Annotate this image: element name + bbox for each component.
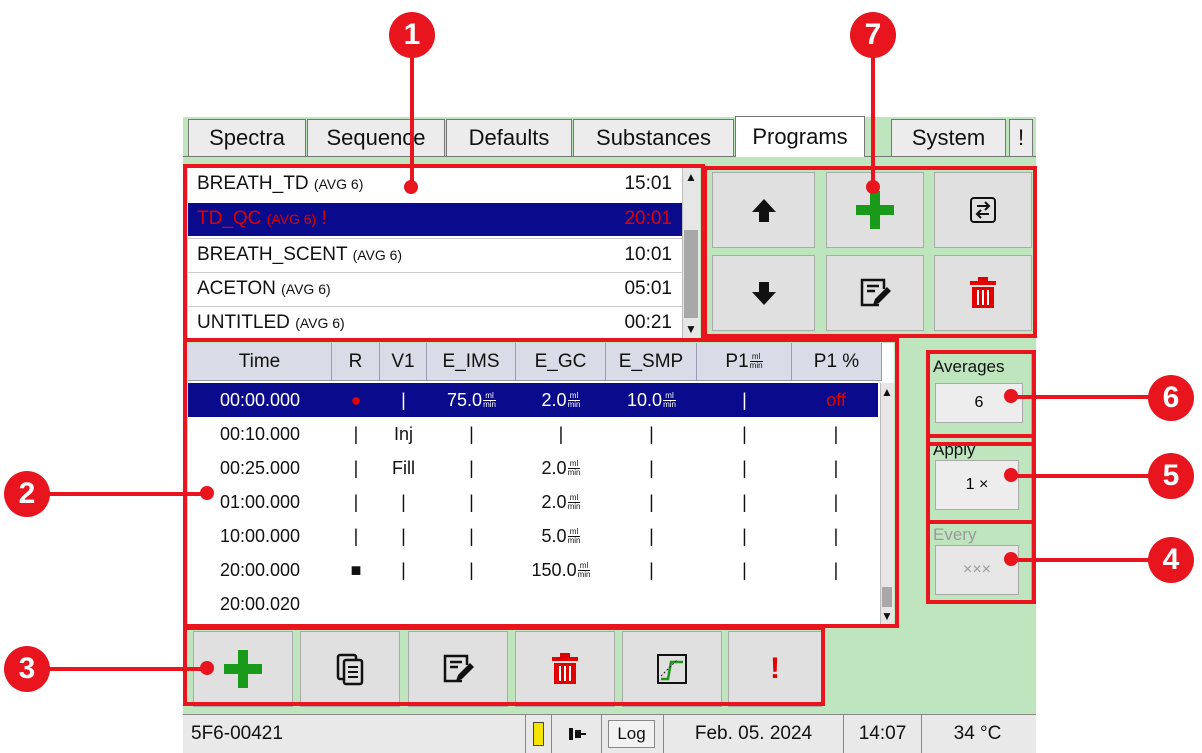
callout-badge-2: 2 bbox=[4, 471, 50, 517]
callout-leader-5 bbox=[1010, 474, 1160, 478]
tab-alert[interactable]: ! bbox=[1009, 119, 1033, 157]
callout-box-4 bbox=[926, 520, 1036, 604]
callout-box-5 bbox=[926, 434, 1036, 524]
callout-badge-3: 3 bbox=[4, 646, 50, 692]
tab-label: System bbox=[911, 125, 986, 150]
status-time: 14:07 bbox=[843, 714, 921, 753]
battery-indicator bbox=[525, 714, 551, 753]
callout-badge-6: 6 bbox=[1148, 375, 1194, 421]
status-date: Feb. 05. 2024 bbox=[663, 714, 843, 753]
callout-box-1 bbox=[183, 164, 705, 342]
callout-box-2 bbox=[183, 338, 899, 628]
tab-defaults[interactable]: Defaults bbox=[446, 119, 572, 157]
callout-leader-6 bbox=[1010, 395, 1160, 399]
status-temperature: 34 °C bbox=[921, 714, 1033, 753]
tab-label: Defaults bbox=[468, 125, 550, 150]
callout-badge-4: 4 bbox=[1148, 537, 1194, 583]
callout-dot-1 bbox=[404, 180, 418, 194]
battery-icon bbox=[533, 721, 544, 746]
tab-system[interactable]: System bbox=[891, 119, 1006, 157]
callout-leader-4 bbox=[1010, 558, 1160, 562]
callout-leader-2 bbox=[44, 492, 210, 496]
callout-leader-1 bbox=[410, 46, 414, 186]
tab-label: Spectra bbox=[209, 125, 285, 150]
tab-label: Substances bbox=[596, 125, 711, 150]
tab-spectra[interactable]: Spectra bbox=[188, 119, 306, 157]
connection-indicator bbox=[551, 714, 601, 753]
callout-dot-5 bbox=[1004, 468, 1018, 482]
tab-sequence[interactable]: Sequence bbox=[307, 119, 445, 157]
callout-dot-6 bbox=[1004, 389, 1018, 403]
log-cell: Log bbox=[601, 714, 661, 753]
tab-label: ! bbox=[1017, 125, 1025, 150]
device-id: 5F6-00421 bbox=[191, 722, 283, 744]
callout-badge-5: 5 bbox=[1148, 453, 1194, 499]
log-button[interactable]: Log bbox=[608, 719, 655, 748]
callout-dot-4 bbox=[1004, 552, 1018, 566]
tab-programs[interactable]: Programs bbox=[735, 116, 865, 157]
plug-icon bbox=[568, 727, 586, 740]
tab-label: Programs bbox=[752, 124, 848, 149]
callout-dot-3 bbox=[200, 661, 214, 675]
callout-badge-7: 7 bbox=[850, 12, 896, 58]
tab-substances[interactable]: Substances bbox=[573, 119, 734, 157]
callout-dot-2 bbox=[200, 486, 214, 500]
callout-dot-7 bbox=[866, 180, 880, 194]
callout-leader-3 bbox=[44, 667, 210, 671]
callout-badge-1: 1 bbox=[389, 12, 435, 58]
callout-leader-7 bbox=[871, 46, 875, 186]
callout-box-3 bbox=[183, 626, 825, 706]
